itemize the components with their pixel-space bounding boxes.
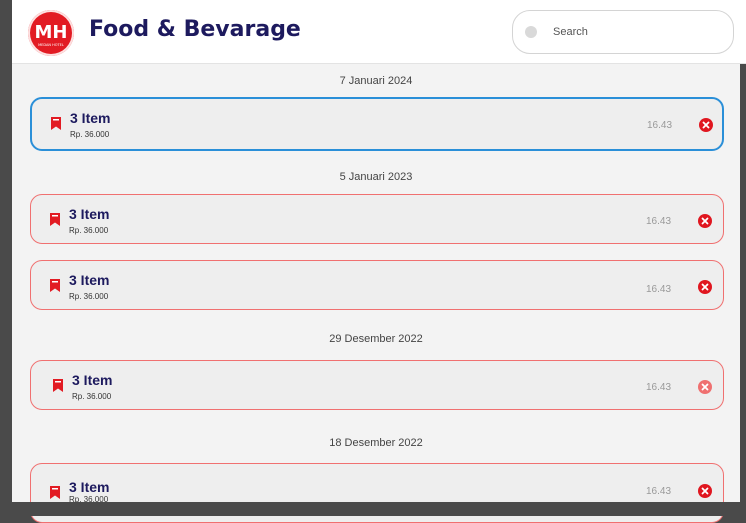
order-time: 16.43 (646, 382, 672, 393)
delete-order-button[interactable] (698, 214, 712, 228)
order-title: 3 Item (70, 110, 111, 126)
order-title: 3 Item (72, 372, 113, 388)
order-price: Rp. 36.000 (72, 392, 112, 401)
order-title: 3 Item (69, 206, 110, 222)
receipt-bookmark-icon (50, 486, 60, 499)
search-icon (525, 26, 537, 38)
date-header: 5 Januari 2023 (339, 171, 413, 183)
order-time: 16.43 (646, 284, 672, 295)
order-card[interactable]: 3 Item Rp. 36.000 16.43 (30, 260, 724, 310)
date-header: 7 Januari 2024 (339, 75, 413, 87)
order-time: 16.43 (646, 216, 672, 227)
search-box[interactable] (512, 10, 734, 54)
search-input[interactable] (551, 21, 725, 43)
order-time: 16.43 (646, 486, 672, 497)
order-title: 3 Item (69, 272, 110, 288)
order-card[interactable]: 3 Item Rp. 36.000 16.43 (30, 194, 724, 244)
hotel-logo: MH MEDAN HOTEL (28, 10, 74, 56)
svg-text:MH: MH (35, 22, 68, 43)
receipt-bookmark-icon (50, 279, 60, 292)
date-header: 29 Desember 2022 (329, 333, 423, 345)
receipt-bookmark-icon (51, 117, 61, 130)
order-price: Rp. 36.000 (69, 226, 109, 235)
close-icon (702, 121, 710, 129)
order-card[interactable]: 3 Item Rp. 36.000 16.43 (30, 97, 724, 151)
close-icon (701, 283, 709, 291)
order-price: Rp. 36.000 (69, 292, 109, 301)
delete-order-button[interactable] (699, 118, 713, 132)
order-title: 3 Item (69, 479, 110, 495)
delete-order-button[interactable] (698, 380, 712, 394)
delete-order-button[interactable] (698, 484, 712, 498)
receipt-bookmark-icon (50, 213, 60, 226)
close-icon (701, 217, 709, 225)
window-bottom-edge (0, 502, 746, 516)
receipt-bookmark-icon (53, 379, 63, 392)
close-icon (701, 487, 709, 495)
close-icon (701, 383, 709, 391)
order-price: Rp. 36.000 (70, 130, 110, 139)
app-title: Food & Bevarage (89, 17, 301, 42)
date-header: 18 Desember 2022 (329, 437, 423, 449)
svg-text:MEDAN HOTEL: MEDAN HOTEL (38, 43, 64, 47)
order-time: 16.43 (647, 120, 673, 131)
delete-order-button[interactable] (698, 280, 712, 294)
window-edge (0, 0, 12, 516)
order-card[interactable]: 3 Item Rp. 36.000 16.43 (30, 360, 724, 410)
